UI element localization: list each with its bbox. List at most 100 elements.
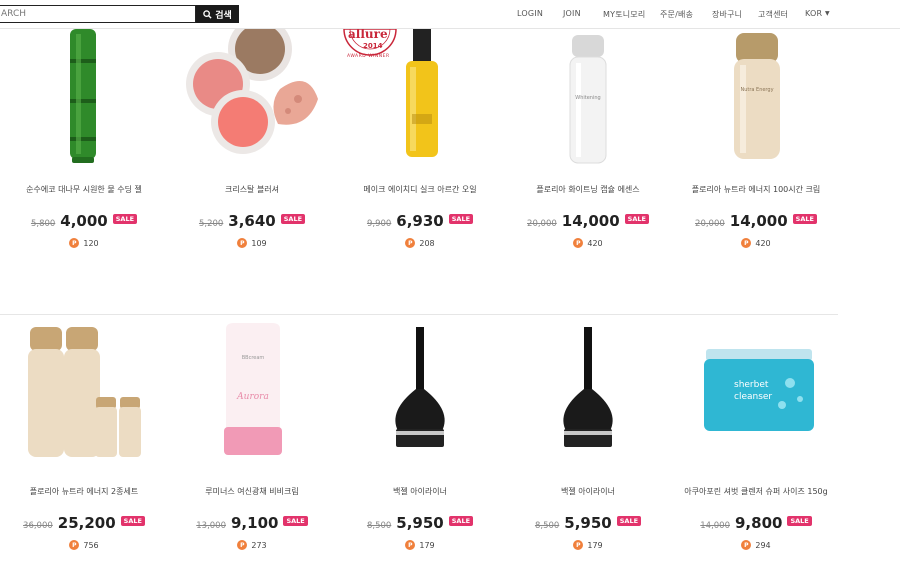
svg-text:cleanser: cleanser bbox=[734, 392, 772, 402]
price-row: 20,000 14,000 SALE bbox=[672, 212, 840, 230]
points-value: 420 bbox=[755, 238, 771, 248]
points-row: P 294 bbox=[672, 540, 840, 550]
product-image-nutra-energy-set bbox=[28, 327, 141, 457]
nav-customer-center[interactable]: 고객센터 bbox=[758, 9, 788, 20]
product-card[interactable]: allure 2014 AWARD WINNER 메이크 에이치디 실크 아르간… bbox=[336, 27, 504, 269]
product-name[interactable]: 플로리아 뉴트라 에너지 100시간 크림 bbox=[672, 184, 840, 195]
sale-price: 25,200 bbox=[57, 514, 116, 532]
nav-cart[interactable]: 장바구니 bbox=[712, 9, 742, 20]
sale-badge: SALE bbox=[112, 214, 138, 224]
nav-order-delivery[interactable]: 주문/배송 bbox=[660, 9, 693, 20]
original-price: 14,000 bbox=[700, 521, 730, 531]
sale-badge: SALE bbox=[624, 214, 649, 224]
points-value: 420 bbox=[587, 238, 603, 248]
points-row: P 420 bbox=[672, 238, 840, 248]
points-row: P 179 bbox=[336, 540, 504, 550]
nav-language-select[interactable]: KOR ▼ bbox=[805, 9, 830, 18]
svg-text:Nutra Energy: Nutra Energy bbox=[740, 87, 773, 93]
points-value: 109 bbox=[251, 238, 267, 248]
product-name[interactable]: 크리스탈 블러셔 bbox=[168, 184, 336, 195]
award-badge-name: allure bbox=[348, 27, 388, 41]
product-image-sherbet-cleanser: sherbet cleanser bbox=[704, 349, 814, 431]
svg-text:Aurora: Aurora bbox=[236, 392, 269, 402]
point-coin-icon: P bbox=[573, 238, 584, 248]
svg-text:Whitening: Whitening bbox=[575, 95, 600, 101]
point-coin-icon: P bbox=[69, 540, 80, 550]
product-card[interactable]: 크리스탈 블러셔 5,200 3,640 SALE P 109 bbox=[168, 29, 336, 269]
product-name[interactable]: 플로리아 뉴트라 에너지 2종세트 bbox=[0, 486, 168, 497]
original-price: 9,900 bbox=[366, 219, 392, 229]
top-bar: 검색 LOGIN JOIN MY토니모리 주문/배송 장바구니 고객센터 KOR… bbox=[0, 0, 900, 29]
product-name[interactable]: 백젤 아이라이너 bbox=[504, 486, 672, 497]
original-price: 36,000 bbox=[23, 521, 53, 531]
product-card[interactable]: 순수에코 대나무 시원한 물 수딩 젤 5,800 4,000 SALE P 1… bbox=[0, 29, 168, 269]
original-price: 13,000 bbox=[196, 521, 226, 531]
sale-badge: SALE bbox=[616, 516, 642, 526]
sale-price: 14,000 bbox=[729, 212, 788, 230]
sale-price: 14,000 bbox=[561, 212, 620, 230]
sale-badge: SALE bbox=[283, 516, 308, 526]
product-image-blusher bbox=[186, 29, 318, 154]
points-value: 179 bbox=[419, 540, 435, 550]
sale-price: 3,640 bbox=[228, 212, 276, 230]
points-value: 273 bbox=[251, 540, 267, 550]
award-badge-text: AWARD WINNER bbox=[347, 54, 390, 59]
points-row: P 109 bbox=[168, 238, 336, 248]
points-value: 179 bbox=[587, 540, 603, 550]
product-name[interactable]: 아쿠아포린 셔벗 클렌저 슈퍼 사이즈 150g bbox=[672, 486, 840, 497]
points-value: 756 bbox=[83, 540, 99, 550]
product-card[interactable]: sherbet cleanser 아쿠아포린 셔벗 클렌저 슈퍼 사이즈 150… bbox=[672, 319, 840, 559]
product-image-bamboo-gel bbox=[70, 29, 96, 163]
original-price: 20,000 bbox=[527, 219, 557, 229]
points-value: 120 bbox=[83, 238, 99, 248]
nav-my-page[interactable]: MY토니모리 bbox=[603, 9, 645, 20]
points-row: P 756 bbox=[0, 540, 168, 550]
search-button[interactable]: 검색 bbox=[196, 5, 239, 23]
price-row: 13,000 9,100 SALE bbox=[168, 514, 336, 532]
price-row: 9,900 6,930 SALE bbox=[336, 212, 504, 230]
svg-text:BBcream: BBcream bbox=[242, 355, 265, 361]
product-name[interactable]: 순수에코 대나무 시원한 물 수딩 젤 bbox=[0, 184, 168, 195]
product-name[interactable]: 메이크 에이치디 실크 아르간 오일 bbox=[336, 184, 504, 195]
product-name[interactable]: 플로리아 화이트닝 캡슐 에센스 bbox=[504, 184, 672, 195]
points-value: 208 bbox=[419, 238, 435, 248]
point-coin-icon: P bbox=[405, 540, 416, 550]
product-image-whitening-essence: Whitening bbox=[569, 35, 607, 164]
product-card[interactable]: 백젤 아이라이너 8,500 5,950 SALE P 179 bbox=[504, 319, 672, 559]
product-image-gel-eyeliner bbox=[563, 327, 613, 447]
product-card[interactable]: BBcream Aurora 루미너스 여신광채 비비크림 13,000 9,1… bbox=[168, 319, 336, 559]
award-badge-year: 2014 bbox=[363, 42, 383, 50]
product-image-gel-eyeliner bbox=[395, 327, 445, 447]
sale-badge: SALE bbox=[448, 214, 474, 224]
nav-login[interactable]: LOGIN bbox=[517, 9, 543, 18]
point-coin-icon: P bbox=[69, 238, 80, 248]
product-image-100-hours-cream: Nutra Energy bbox=[734, 33, 780, 159]
price-row: 36,000 25,200 SALE bbox=[0, 514, 168, 532]
svg-text:sherbet: sherbet bbox=[734, 380, 769, 390]
search-input[interactable] bbox=[0, 5, 196, 23]
sale-badge: SALE bbox=[120, 516, 145, 526]
product-card[interactable]: 플로리아 뉴트라 에너지 2종세트 36,000 25,200 SALE P 7… bbox=[0, 319, 168, 559]
nav-join[interactable]: JOIN bbox=[563, 9, 581, 18]
points-value: 294 bbox=[755, 540, 771, 550]
sale-badge: SALE bbox=[448, 516, 474, 526]
sale-badge: SALE bbox=[787, 516, 812, 526]
sale-price: 9,800 bbox=[735, 514, 783, 532]
sale-price: 5,950 bbox=[396, 514, 444, 532]
product-card[interactable]: Nutra Energy 플로리아 뉴트라 에너지 100시간 크림 20,00… bbox=[672, 29, 840, 269]
sale-price: 6,930 bbox=[396, 212, 444, 230]
point-coin-icon: P bbox=[237, 540, 248, 550]
row-divider bbox=[0, 314, 838, 315]
search-button-label: 검색 bbox=[215, 9, 232, 20]
price-row: 8,500 5,950 SALE bbox=[504, 514, 672, 532]
points-row: P 179 bbox=[504, 540, 672, 550]
point-coin-icon: P bbox=[573, 540, 584, 550]
product-card[interactable]: 백젤 아이라이너 8,500 5,950 SALE P 179 bbox=[336, 319, 504, 559]
point-coin-icon: P bbox=[741, 540, 752, 550]
sale-price: 4,000 bbox=[60, 212, 108, 230]
product-name[interactable]: 루미너스 여신광채 비비크림 bbox=[168, 486, 336, 497]
product-card[interactable]: Whitening 플로리아 화이트닝 캡슐 에센스 20,000 14,000… bbox=[504, 29, 672, 269]
product-name[interactable]: 백젤 아이라이너 bbox=[336, 486, 504, 497]
sale-badge: SALE bbox=[792, 214, 817, 224]
sale-badge: SALE bbox=[280, 214, 306, 224]
